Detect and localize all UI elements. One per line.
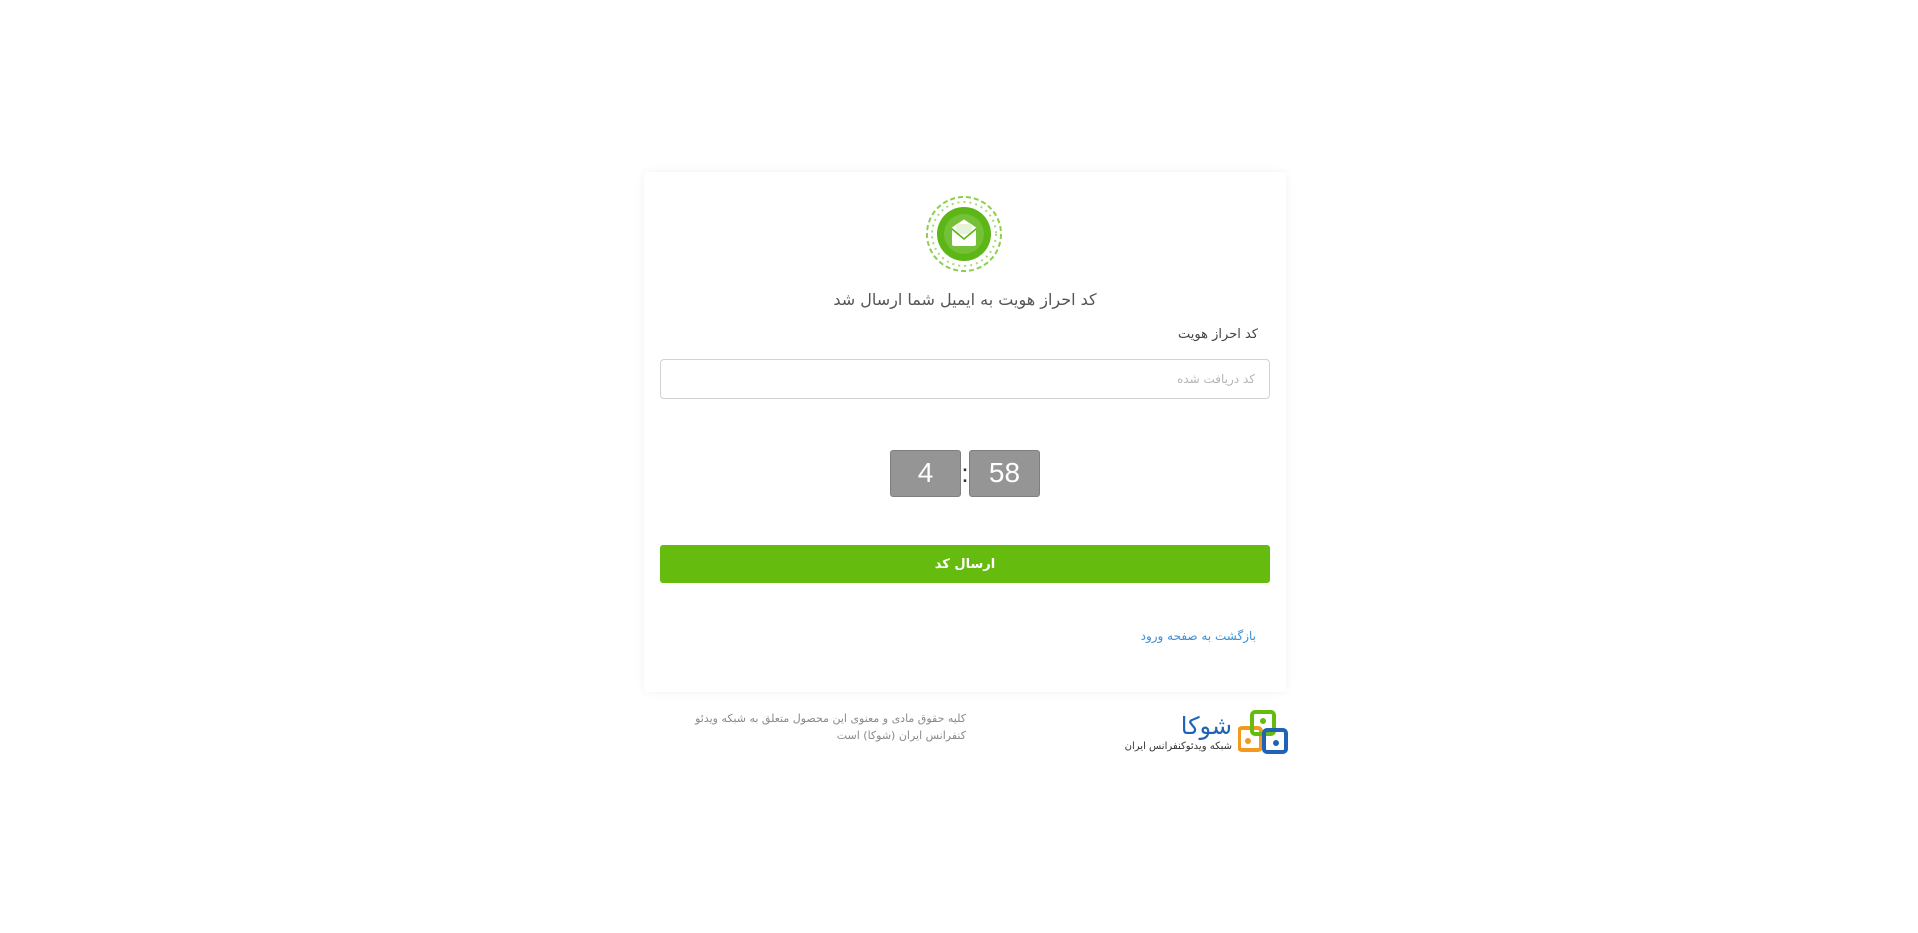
copyright-text: کلیه حقوق مادی و معنوی این محصول متعلق ب…: [695, 712, 966, 742]
brand-logo[interactable]: شوکا شبکه ویدئوکنفرانس ایران: [1124, 710, 1288, 758]
verification-heading: کد احراز هویت به ایمیل شما ارسال شد: [833, 290, 1097, 309]
countdown-timer: 4 : 58: [890, 449, 1040, 497]
timer-seconds: 58: [969, 449, 1040, 497]
envelope-icon: [926, 196, 1002, 272]
verification-code-input[interactable]: [660, 359, 1270, 399]
timer-separator: :: [961, 457, 969, 488]
timer-minutes: 4: [890, 449, 961, 497]
send-code-button[interactable]: ارسال کد: [660, 545, 1270, 583]
verification-card: کد احراز هویت به ایمیل شما ارسال شد کد ا…: [644, 172, 1286, 692]
brand-subtitle: شبکه ویدئوکنفرانس ایران: [1124, 741, 1232, 752]
brand-name: شوکا: [1180, 712, 1232, 740]
squares-logo-icon: [1238, 710, 1288, 754]
back-to-login-link[interactable]: بازگشت به صفحه ورود: [1141, 629, 1256, 643]
code-field-label: کد احراز هویت: [1178, 327, 1258, 342]
